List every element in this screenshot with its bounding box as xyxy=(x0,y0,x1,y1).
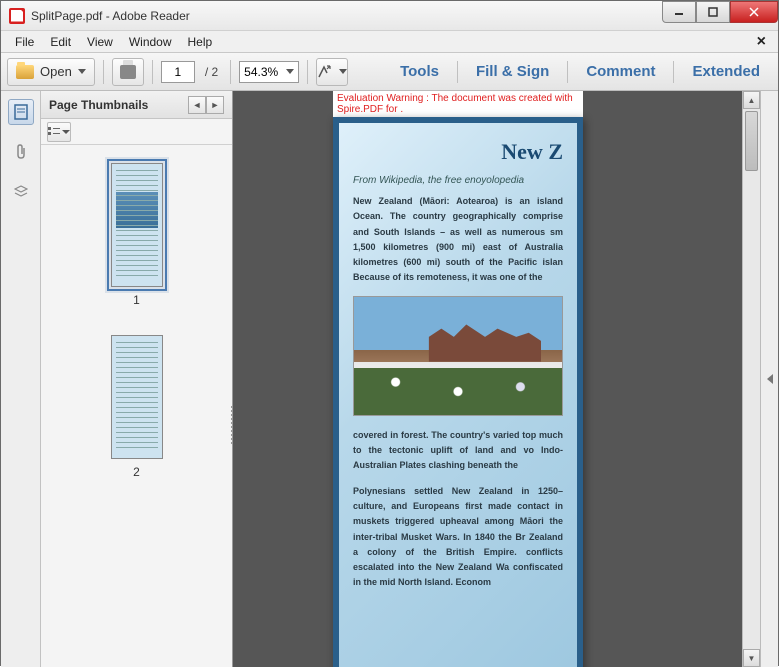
thumbnails-toolbar xyxy=(41,119,232,145)
maximize-button[interactable] xyxy=(696,1,730,23)
toolbar-divider xyxy=(673,61,674,83)
chevron-left-icon xyxy=(767,374,773,384)
document-viewport: Evaluation Warning : The document was cr… xyxy=(233,91,778,667)
toolbar-divider xyxy=(230,60,231,84)
layers-icon xyxy=(14,184,28,200)
document-paragraph: covered in forest. The country's varied … xyxy=(353,428,563,474)
toolbar-divider xyxy=(307,60,308,84)
zoom-select[interactable]: 54.3% xyxy=(239,61,299,83)
zoom-value: 54.3% xyxy=(244,65,278,79)
attachments-tab[interactable] xyxy=(8,139,34,165)
adobe-reader-icon xyxy=(9,8,25,24)
window-titlebar: SplitPage.pdf - Adobe Reader xyxy=(1,1,778,31)
page-thumbnails-tab[interactable] xyxy=(8,99,34,125)
menu-edit[interactable]: Edit xyxy=(42,33,79,51)
scroll-track[interactable] xyxy=(743,109,760,649)
folder-open-icon xyxy=(16,65,34,79)
thumbnails-title: Page Thumbnails xyxy=(49,98,148,112)
toolbar-divider xyxy=(103,60,104,84)
list-icon xyxy=(48,127,60,137)
open-label: Open xyxy=(40,64,72,79)
thumbnail-item[interactable]: 2 xyxy=(111,335,163,479)
page-icon xyxy=(14,104,28,120)
thumbnails-header: Page Thumbnails ◄ ► xyxy=(41,91,232,119)
document-scroll[interactable]: Evaluation Warning : The document was cr… xyxy=(233,91,742,667)
panel-resize-handle[interactable] xyxy=(229,406,232,446)
printer-icon xyxy=(120,65,136,79)
document-paragraph: New Zealand (Māori: Aotearoa) is an isla… xyxy=(353,194,563,286)
body-area: Page Thumbnails ◄ ► 1 2 xyxy=(1,91,778,667)
right-panel-toggle[interactable] xyxy=(760,91,778,667)
document-image xyxy=(353,296,563,416)
chevron-down-icon xyxy=(339,69,347,74)
toolbar-divider xyxy=(457,61,458,83)
document-page: New Z From Wikipedia, the free enoyolope… xyxy=(333,117,583,667)
thumbnails-panel: Page Thumbnails ◄ ► 1 2 xyxy=(41,91,233,667)
thumb-prev-button[interactable]: ◄ xyxy=(188,96,206,114)
view-mode-button[interactable] xyxy=(316,58,348,86)
thumbnails-list[interactable]: 1 2 xyxy=(41,145,232,667)
main-toolbar: Open / 2 54.3% Tools Fill & Sign Comment… xyxy=(1,53,778,91)
thumbnail-label: 1 xyxy=(133,293,140,307)
menu-bar: File Edit View Window Help × xyxy=(1,31,778,53)
menu-window[interactable]: Window xyxy=(121,33,180,51)
chevron-down-icon xyxy=(286,69,294,74)
document-title: New Z xyxy=(353,139,563,165)
minimize-button[interactable] xyxy=(662,1,696,23)
menu-file[interactable]: File xyxy=(7,33,42,51)
thumbnail-item[interactable]: 1 xyxy=(111,163,163,307)
thumb-options-button[interactable] xyxy=(47,122,71,142)
menu-view[interactable]: View xyxy=(79,33,121,51)
fill-sign-panel-button[interactable]: Fill & Sign xyxy=(464,63,561,80)
thumbnail-page-2[interactable] xyxy=(111,335,163,459)
vertical-scrollbar[interactable]: ▲ ▼ xyxy=(742,91,760,667)
navigation-rail xyxy=(1,91,41,667)
page-total-label: / 2 xyxy=(201,65,222,79)
evaluation-warning: Evaluation Warning : The document was cr… xyxy=(333,91,583,117)
extended-panel-button[interactable]: Extended xyxy=(680,63,772,80)
toolbar-divider xyxy=(152,60,153,84)
chevron-down-icon xyxy=(78,69,86,74)
print-button[interactable] xyxy=(112,58,144,86)
scroll-up-button[interactable]: ▲ xyxy=(743,91,760,109)
tools-panel-button[interactable]: Tools xyxy=(388,63,451,80)
window-title: SplitPage.pdf - Adobe Reader xyxy=(31,9,662,23)
document-subtitle: From Wikipedia, the free enoyolopedia xyxy=(353,175,563,186)
window-controls xyxy=(662,1,778,23)
layers-tab[interactable] xyxy=(8,179,34,205)
scroll-thumb[interactable] xyxy=(745,111,758,171)
paperclip-icon xyxy=(14,144,28,160)
menu-help[interactable]: Help xyxy=(180,33,221,51)
comment-panel-button[interactable]: Comment xyxy=(574,63,667,80)
toolbar-divider xyxy=(567,61,568,83)
page-number-input[interactable] xyxy=(161,61,195,83)
document-paragraph: Polynesians settled New Zealand in 1250–… xyxy=(353,484,563,591)
chevron-down-icon xyxy=(62,130,70,134)
open-button[interactable]: Open xyxy=(7,58,95,86)
thumbnail-page-1[interactable] xyxy=(111,163,163,287)
close-document-button[interactable]: × xyxy=(751,33,772,51)
scroll-down-button[interactable]: ▼ xyxy=(743,649,760,667)
thumbnail-label: 2 xyxy=(133,465,140,479)
thumb-next-button[interactable]: ► xyxy=(206,96,224,114)
close-button[interactable] xyxy=(730,1,778,23)
